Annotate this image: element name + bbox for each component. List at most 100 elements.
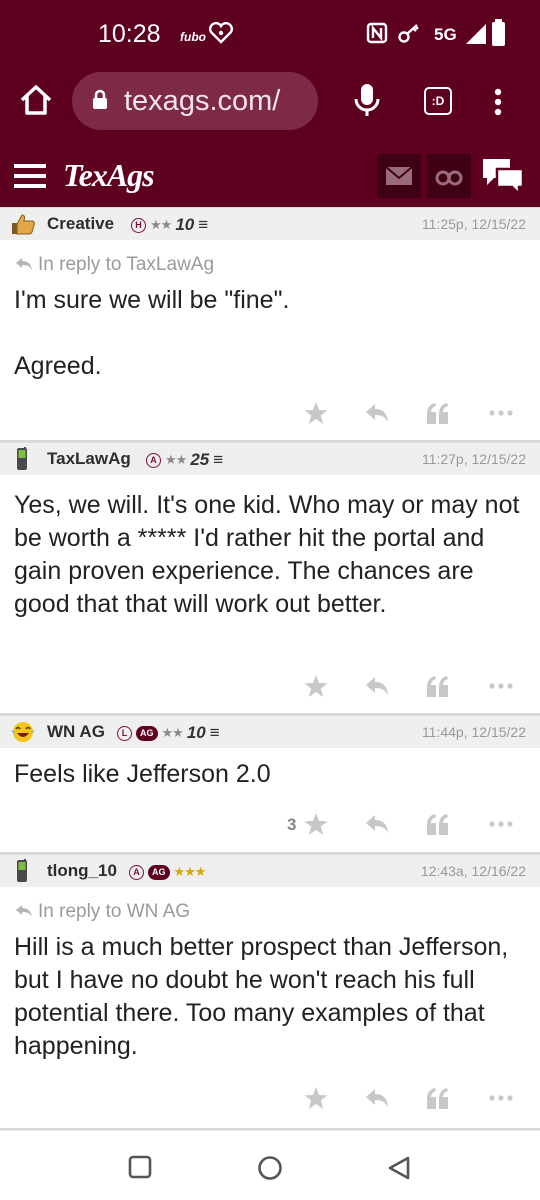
more-icon[interactable] — [488, 1085, 514, 1111]
quote-icon[interactable] — [425, 811, 451, 837]
post: TaxLawAg A ★★ 25 ≡ 11:27p, 12/15/22 Yes,… — [0, 442, 540, 715]
rank-stars: ★★ — [165, 452, 187, 467]
post-body: Hill is a much better prospect than Jeff… — [0, 925, 540, 1063]
tab-switcher-button[interactable]: :D — [424, 87, 452, 115]
user-badges: A ★★ 25 ≡ — [146, 450, 223, 470]
messages-button[interactable] — [377, 154, 421, 198]
signal-icon — [466, 24, 486, 44]
reply-to-link[interactable]: In reply to WN AG — [0, 887, 540, 925]
browser-menu-icon[interactable] — [488, 84, 508, 120]
star-icon[interactable] — [303, 1085, 329, 1111]
home-icon[interactable] — [18, 82, 54, 118]
lock-icon — [92, 89, 108, 109]
reply-icon[interactable] — [364, 400, 390, 426]
post-actions — [0, 1075, 540, 1123]
mail-icon — [385, 166, 413, 185]
more-icon[interactable] — [488, 673, 514, 699]
post-timestamp: 11:25p, 12/15/22 — [421, 216, 526, 232]
post-text: Feels like Jefferson 2.0 — [14, 760, 271, 788]
thumbs-up-icon[interactable] — [10, 212, 35, 236]
level-lines-icon: ≡ — [198, 215, 209, 234]
star-icon[interactable] — [303, 811, 329, 837]
post-username[interactable]: Creative — [47, 214, 114, 234]
post-username[interactable]: TaxLawAg — [47, 449, 131, 469]
user-badges: H ★★ 10 ≡ — [131, 215, 208, 235]
url-text: texags.com/ — [124, 85, 281, 117]
microphone-icon[interactable] — [352, 82, 382, 118]
user-level: 10 — [186, 723, 206, 742]
more-icon[interactable] — [488, 811, 514, 837]
chat-icon[interactable] — [480, 156, 526, 198]
post-actions: 3 — [0, 801, 540, 849]
post-body: Feels like Jefferson 2.0 — [0, 748, 540, 791]
system-nav-bar — [0, 1130, 540, 1200]
home-nav-icon[interactable] — [257, 1155, 283, 1186]
post-text-line: Agreed. — [14, 352, 102, 380]
battery-icon — [492, 19, 505, 46]
star-icon[interactable] — [303, 673, 329, 699]
user-level: 25 — [190, 450, 210, 469]
phone-icon[interactable] — [10, 447, 34, 471]
laughing-emoji-icon[interactable] — [10, 720, 35, 744]
reply-icon[interactable] — [364, 673, 390, 699]
post-header: TaxLawAg A ★★ 25 ≡ 11:27p, 12/15/22 — [0, 442, 540, 475]
post-actions — [0, 390, 540, 438]
reply-to-text: In reply to WN AG — [38, 901, 191, 922]
quote-icon[interactable] — [425, 673, 451, 699]
watched-threads-button[interactable] — [427, 154, 471, 198]
post-header: WN AG L AG ★★ 10 ≡ 11:44p, 12/15/22 — [0, 715, 540, 748]
post-header: Creative H ★★ 10 ≡ 11:25p, 12/15/22 — [0, 207, 540, 240]
site-header: TexAgs — [0, 145, 540, 207]
reply-icon[interactable] — [364, 811, 390, 837]
site-logo[interactable]: TexAgs — [63, 157, 155, 194]
post-text-line — [14, 317, 526, 350]
binoculars-icon — [435, 170, 463, 186]
iheart-notification-icon — [208, 21, 234, 50]
address-bar[interactable]: texags.com/ — [72, 72, 318, 130]
status-bar: 10:28 fubo 5G — [0, 0, 540, 66]
level-lines-icon: ≡ — [213, 450, 224, 469]
post-timestamp: 11:27p, 12/15/22 — [421, 451, 526, 467]
post-timestamp: 11:44p, 12/15/22 — [421, 724, 526, 740]
reply-arrow-icon — [16, 258, 32, 270]
post: tlong_10 A AG ★★★ 12:43a, 12/16/22 In re… — [0, 854, 540, 1130]
phone-icon[interactable] — [10, 859, 34, 883]
back-icon[interactable] — [386, 1155, 412, 1186]
star-icon[interactable] — [303, 400, 329, 426]
post-text-line: I'm sure we will be "fine". — [14, 286, 290, 314]
level-lines-icon: ≡ — [209, 723, 220, 742]
reply-to-text: In reply to TaxLawAg — [38, 254, 215, 275]
quote-icon[interactable] — [425, 1085, 451, 1111]
post: Creative H ★★ 10 ≡ 11:25p, 12/15/22 In r… — [0, 207, 540, 442]
post-body: Yes, we will. It's one kid. Who may or m… — [0, 475, 540, 621]
user-badge: H — [131, 217, 146, 233]
more-icon[interactable] — [488, 400, 514, 426]
browser-chrome: 10:28 fubo 5G texags.com/:D — [0, 0, 540, 145]
screen: 10:28 fubo 5G texags.com/:D TexAgs Crea… — [0, 0, 540, 1200]
post-text: Yes, we will. It's one kid. Who may or m… — [14, 491, 520, 618]
fubo-notification-icon: fubo — [180, 30, 206, 44]
post-header: tlong_10 A AG ★★★ 12:43a, 12/16/22 — [0, 854, 540, 887]
post: WN AG L AG ★★ 10 ≡ 11:44p, 12/15/22 Feel… — [0, 715, 540, 854]
post-username[interactable]: tlong_10 — [47, 861, 117, 881]
post-text: Hill is a much better prospect than Jeff… — [14, 933, 509, 1060]
recent-apps-icon[interactable] — [128, 1155, 152, 1184]
user-badge: A — [146, 452, 161, 468]
rank-stars: ★★ — [161, 725, 184, 740]
nfc-icon — [366, 22, 388, 50]
hamburger-menu-icon[interactable] — [14, 163, 46, 189]
key-icon — [397, 22, 421, 50]
rank-stars: ★★ — [150, 217, 172, 232]
post-username[interactable]: WN AG — [47, 722, 105, 742]
reply-to-link[interactable]: In reply to TaxLawAg — [0, 240, 540, 278]
post-timestamp: 12:43a, 12/16/22 — [420, 863, 526, 879]
ag-badge: AG — [148, 864, 170, 880]
browser-toolbar: texags.com/ :D — [0, 66, 540, 145]
post-body: I'm sure we will be "fine". Agreed. — [0, 278, 540, 383]
reply-icon[interactable] — [364, 1085, 390, 1111]
reply-arrow-icon — [16, 905, 32, 917]
rank-stars: ★★★ — [173, 864, 207, 879]
ag-badge: AG — [136, 725, 158, 741]
network-type: 5G — [434, 25, 457, 44]
quote-icon[interactable] — [425, 400, 451, 426]
